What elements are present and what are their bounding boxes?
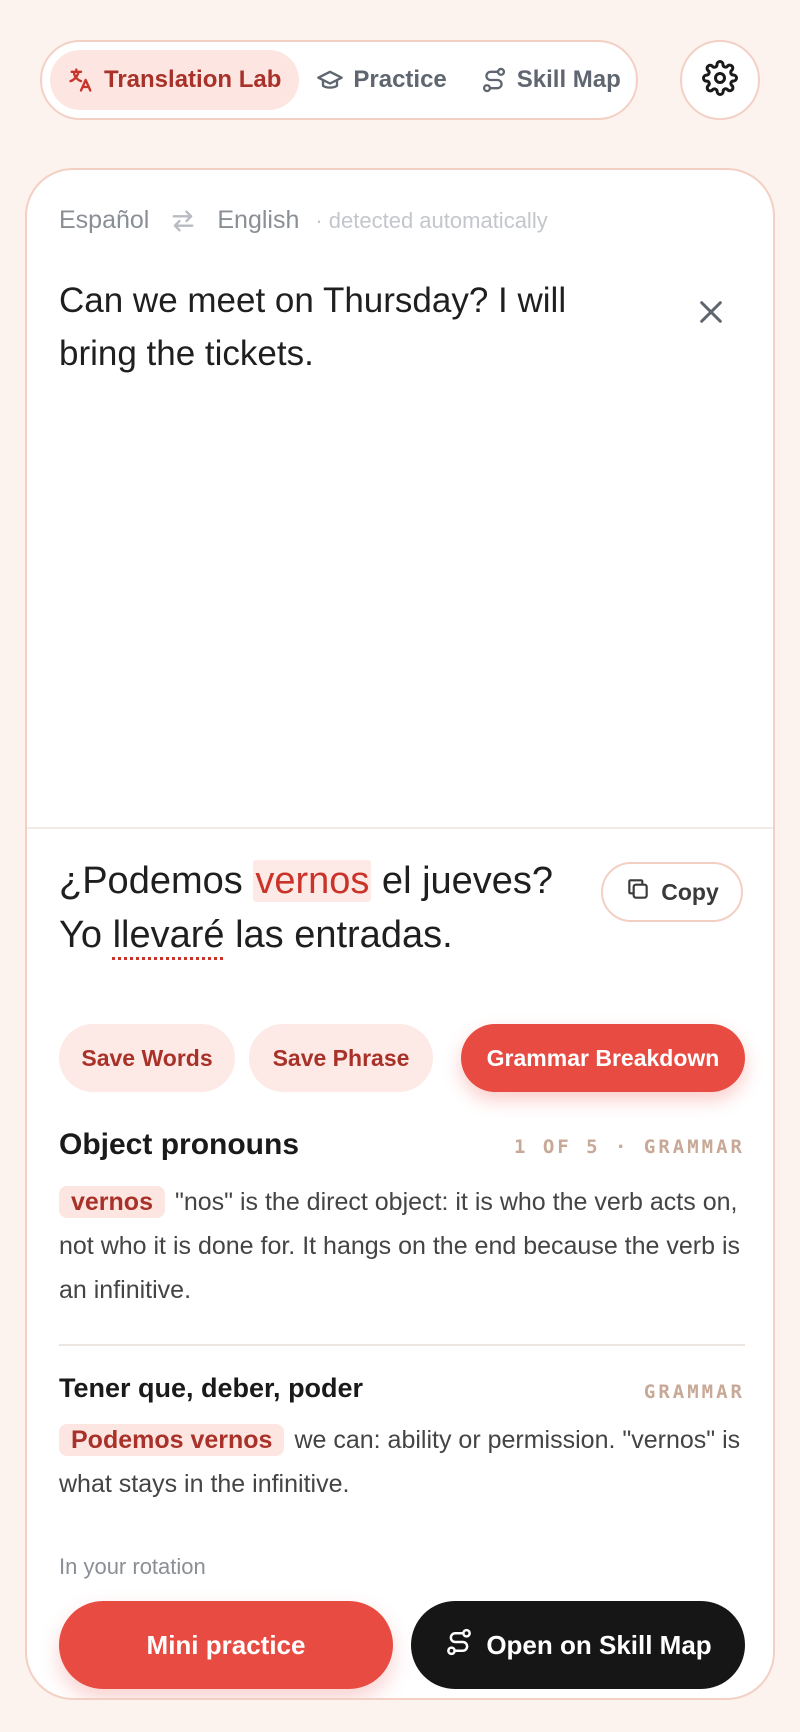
tab-skill-map[interactable]: Skill Map: [463, 50, 637, 110]
section-body: Podemos vernos we can: ability or permiss…: [59, 1418, 745, 1506]
grammar-tag: Podemos vernos: [59, 1424, 285, 1456]
section-meta: 1 OF 5 · GRAMMAR: [513, 1136, 745, 1158]
route-icon: [444, 1627, 486, 1664]
translation-text: las entradas.: [224, 914, 453, 956]
copy-label: Copy: [661, 878, 719, 905]
save-words-button[interactable]: Save Words: [59, 1024, 235, 1092]
tab-label: Translation Lab: [104, 66, 282, 93]
swap-icon[interactable]: [169, 207, 197, 235]
detected-note: · detected automatically: [315, 207, 548, 233]
grammar-section-object-pronouns: Object pronouns 1 OF 5 · GRAMMAR vernos "…: [59, 1128, 745, 1312]
graduation-cap-icon: [315, 65, 345, 95]
translation-output: ¿Podemos vernos el jueves? Yo llevaré la…: [59, 854, 599, 962]
source-language[interactable]: Español: [59, 206, 149, 235]
button-label: Mini practice: [146, 1629, 306, 1660]
button-label: Open on Skill Map: [486, 1629, 712, 1660]
grammar-section-modal-verbs: Tener que, deber, poder GRAMMAR Podemos …: [59, 1373, 745, 1506]
grammar-tag: vernos: [59, 1186, 165, 1218]
rotation-note: In your rotation: [59, 1554, 206, 1579]
clear-button[interactable]: [689, 292, 733, 336]
translation-text: ¿Podemos: [59, 860, 254, 902]
settings-button[interactable]: [680, 40, 760, 120]
gear-icon: [702, 59, 738, 101]
action-row: Save Words Save Phrase Grammar Breakdown: [59, 1024, 745, 1092]
language-selector: Español English · detected automatically: [59, 206, 548, 235]
translate-icon: [66, 65, 96, 95]
section-meta: GRAMMAR: [643, 1381, 745, 1403]
open-skill-map-button[interactable]: Open on Skill Map: [411, 1601, 745, 1689]
section-body: vernos "nos" is the direct object: it is …: [59, 1180, 745, 1312]
source-text-input[interactable]: Can we meet on Thursday? I will bring th…: [59, 274, 619, 380]
mini-practice-button[interactable]: Mini practice: [59, 1601, 393, 1689]
divider: [27, 827, 773, 829]
section-divider: [59, 1344, 745, 1346]
section-title: Tener que, deber, poder: [59, 1373, 364, 1403]
save-phrase-button[interactable]: Save Phrase: [249, 1024, 433, 1092]
tab-practice[interactable]: Practice: [299, 50, 462, 110]
grammar-breakdown-button[interactable]: Grammar Breakdown: [461, 1024, 745, 1092]
target-language[interactable]: English: [217, 206, 299, 235]
tab-translation-lab[interactable]: Translation Lab: [50, 50, 300, 110]
tab-label: Practice: [353, 66, 447, 93]
translation-card: Español English · detected automatically…: [25, 168, 775, 1700]
route-icon: [479, 65, 509, 95]
copy-button[interactable]: Copy: [601, 862, 743, 922]
highlighted-word[interactable]: vernos: [253, 860, 372, 902]
close-icon: [695, 296, 727, 333]
main-nav: Translation Lab Practice Skill Map: [40, 40, 638, 120]
copy-icon: [625, 876, 661, 908]
underlined-word[interactable]: llevaré: [113, 914, 225, 956]
tab-label: Skill Map: [516, 66, 621, 93]
